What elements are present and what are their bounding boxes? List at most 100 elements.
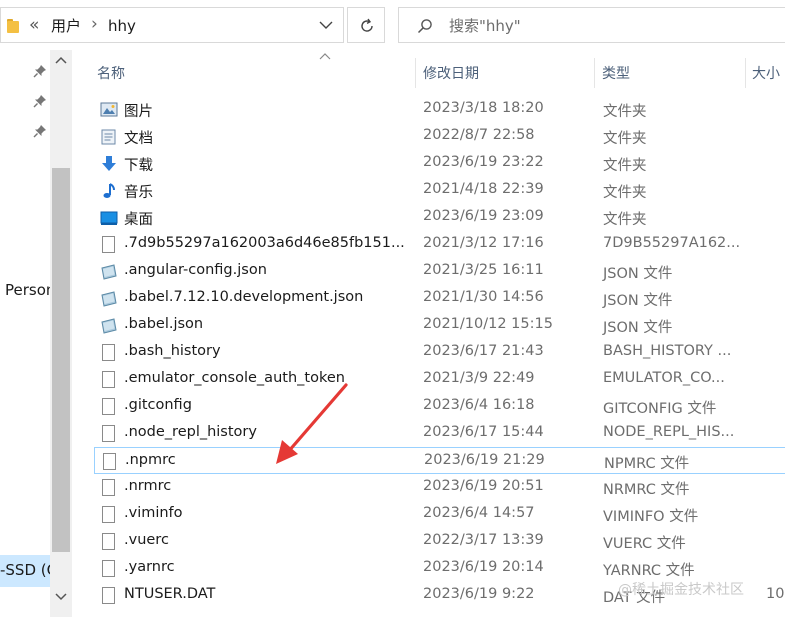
file-row[interactable]: .babel.json 2021/10/12 15:15 JSON 文件 bbox=[94, 312, 785, 339]
search-icon bbox=[417, 19, 432, 34]
file-date: 2023/6/4 16:18 bbox=[423, 397, 535, 413]
file-type: JSON 文件 bbox=[603, 320, 673, 336]
file-row[interactable]: .angular-config.json 2021/3/25 16:11 JSON … bbox=[94, 258, 785, 285]
file-name: .viminfo bbox=[124, 505, 183, 521]
scroll-down-icon[interactable] bbox=[55, 593, 67, 601]
chevron-down-icon[interactable] bbox=[319, 20, 333, 30]
file-type: NPMRC 文件 bbox=[604, 456, 690, 472]
file-row[interactable]: .7d9b55297a162003a6d46e85fb151... 2021/3/… bbox=[94, 231, 785, 258]
file-list[interactable]: 图片 2023/3/18 18:20 文件夹 文档 2022/8/7 22:58 文件夹下… bbox=[72, 88, 785, 617]
column-divider[interactable] bbox=[594, 58, 595, 88]
file-date: 2023/6/19 23:09 bbox=[423, 208, 544, 224]
file-date: 2023/6/17 15:44 bbox=[423, 424, 544, 440]
search-box[interactable] bbox=[398, 7, 785, 43]
file-type: YARNRC 文件 bbox=[603, 563, 695, 579]
file-date: 2023/3/18 18:20 bbox=[423, 100, 544, 116]
file-date: 2023/6/19 20:51 bbox=[423, 478, 544, 494]
file-icon bbox=[100, 533, 118, 551]
file-row[interactable]: .yarnrc 2023/6/19 20:14 YARNRC 文件 bbox=[94, 555, 785, 582]
pin-icon[interactable] bbox=[33, 124, 47, 138]
file-date: 2022/8/7 22:58 bbox=[423, 127, 535, 143]
nav-item-ssd-label: -SSD (C bbox=[0, 561, 58, 579]
column-type[interactable]: 类型 bbox=[602, 63, 630, 83]
file-type: 文件夹 bbox=[603, 185, 647, 201]
column-divider[interactable] bbox=[415, 58, 416, 88]
file-name: .nrmrc bbox=[124, 478, 172, 494]
scroll-up-icon[interactable] bbox=[55, 56, 67, 64]
file-icon bbox=[101, 453, 119, 471]
json-file-icon bbox=[100, 290, 118, 308]
column-name[interactable]: 名称 bbox=[97, 63, 125, 83]
breadcrumb-hhy[interactable]: hhy bbox=[108, 16, 136, 36]
file-row[interactable]: .gitconfig 2023/6/4 16:18 GITCONFIG 文件 bbox=[94, 393, 785, 420]
file-size: 10, bbox=[766, 586, 785, 602]
column-date[interactable]: 修改日期 bbox=[423, 63, 479, 83]
file-date: 2021/3/9 22:49 bbox=[423, 370, 535, 386]
file-type: 文件夹 bbox=[603, 104, 647, 120]
file-name: 桌面 bbox=[124, 212, 153, 228]
file-name: .bash_history bbox=[124, 343, 221, 359]
breadcrumb-users[interactable]: 用户 bbox=[51, 16, 81, 36]
nav-item-person[interactable]: Person bbox=[5, 281, 55, 299]
column-header: 名称 修改日期 类型 大小 bbox=[72, 50, 785, 88]
refresh-button[interactable] bbox=[347, 7, 385, 43]
documents-folder-icon bbox=[100, 128, 118, 146]
file-row[interactable]: 桌面 2023/6/19 23:09 文件夹 bbox=[94, 204, 785, 231]
file-name: .node_repl_history bbox=[124, 424, 257, 440]
file-name: .yarnrc bbox=[124, 559, 175, 575]
file-icon bbox=[100, 560, 118, 578]
file-icon bbox=[100, 371, 118, 389]
file-row[interactable]: .node_repl_history 2023/6/17 15:44 NODE_RE… bbox=[94, 420, 785, 447]
file-name: .babel.json bbox=[124, 316, 204, 332]
file-date: 2023/6/4 14:57 bbox=[423, 505, 535, 521]
file-name: .npmrc bbox=[125, 452, 176, 468]
file-row[interactable]: .bash_history 2023/6/17 21:43 BASH_HISTORY… bbox=[94, 339, 785, 366]
nav-scrollbar-thumb[interactable] bbox=[52, 168, 70, 552]
file-name: 文档 bbox=[124, 131, 153, 147]
file-type: 文件夹 bbox=[603, 212, 647, 228]
watermark: @稀土掘金技术社区 bbox=[618, 582, 744, 598]
pin-icon[interactable] bbox=[33, 94, 47, 108]
file-name: .angular-config.json bbox=[124, 262, 267, 278]
file-date: 2023/6/19 21:29 bbox=[424, 452, 545, 468]
downloads-folder-icon bbox=[100, 155, 118, 173]
column-size[interactable]: 大小 bbox=[752, 63, 780, 83]
breadcrumb-overflow[interactable]: « bbox=[29, 15, 39, 35]
breadcrumb-separator-icon[interactable]: › bbox=[91, 14, 98, 34]
search-input[interactable] bbox=[447, 14, 751, 38]
file-icon bbox=[100, 344, 118, 362]
file-date: 2021/10/12 15:15 bbox=[423, 316, 553, 332]
file-name: 图片 bbox=[124, 104, 153, 120]
file-icon bbox=[100, 425, 118, 443]
sort-ascending-icon bbox=[319, 53, 331, 60]
file-row[interactable]: 下载 2023/6/19 23:22 文件夹 bbox=[94, 150, 785, 177]
file-row[interactable]: .npmrc 2023/6/19 21:29 NPMRC 文件 bbox=[94, 447, 785, 474]
file-type: JSON 文件 bbox=[603, 293, 673, 309]
pin-icon[interactable] bbox=[33, 64, 47, 78]
file-type: 文件夹 bbox=[603, 158, 647, 174]
file-row[interactable]: .viminfo 2023/6/4 14:57 VIMINFO 文件 bbox=[94, 501, 785, 528]
nav-item-ssd[interactable]: -SSD (C bbox=[0, 555, 57, 587]
file-name: .7d9b55297a162003a6d46e85fb151... bbox=[124, 235, 405, 251]
file-row[interactable]: .nrmrc 2023/6/19 20:51 NRMRC 文件 bbox=[94, 474, 785, 501]
file-row[interactable]: .emulator_console_auth_token 2021/3/9 22:… bbox=[94, 366, 785, 393]
file-icon bbox=[100, 479, 118, 497]
file-type: GITCONFIG 文件 bbox=[603, 401, 717, 417]
file-row[interactable]: 图片 2023/3/18 18:20 文件夹 bbox=[94, 96, 785, 123]
file-name: .babel.7.12.10.development.json bbox=[124, 289, 364, 305]
file-icon bbox=[100, 587, 118, 605]
file-date: 2021/3/25 16:11 bbox=[423, 262, 544, 278]
navigation-pane: Person -SSD (C bbox=[0, 50, 72, 617]
file-row[interactable]: 文档 2022/8/7 22:58 文件夹 bbox=[94, 123, 785, 150]
file-date: 2021/1/30 14:56 bbox=[423, 289, 544, 305]
nav-scrollbar[interactable] bbox=[50, 50, 72, 617]
file-row[interactable]: 音乐 2021/4/18 22:39 文件夹 bbox=[94, 177, 785, 204]
file-row[interactable]: .babel.7.12.10.development.json 2021/1/30… bbox=[94, 285, 785, 312]
file-icon bbox=[100, 398, 118, 416]
address-bar[interactable]: « 用户 › hhy bbox=[0, 7, 344, 43]
column-divider[interactable] bbox=[745, 58, 746, 88]
file-row[interactable]: .vuerc 2022/3/17 13:39 VUERC 文件 bbox=[94, 528, 785, 555]
file-type: VUERC 文件 bbox=[603, 536, 686, 552]
music-folder-icon bbox=[100, 182, 118, 200]
desktop-folder-icon bbox=[100, 209, 118, 227]
